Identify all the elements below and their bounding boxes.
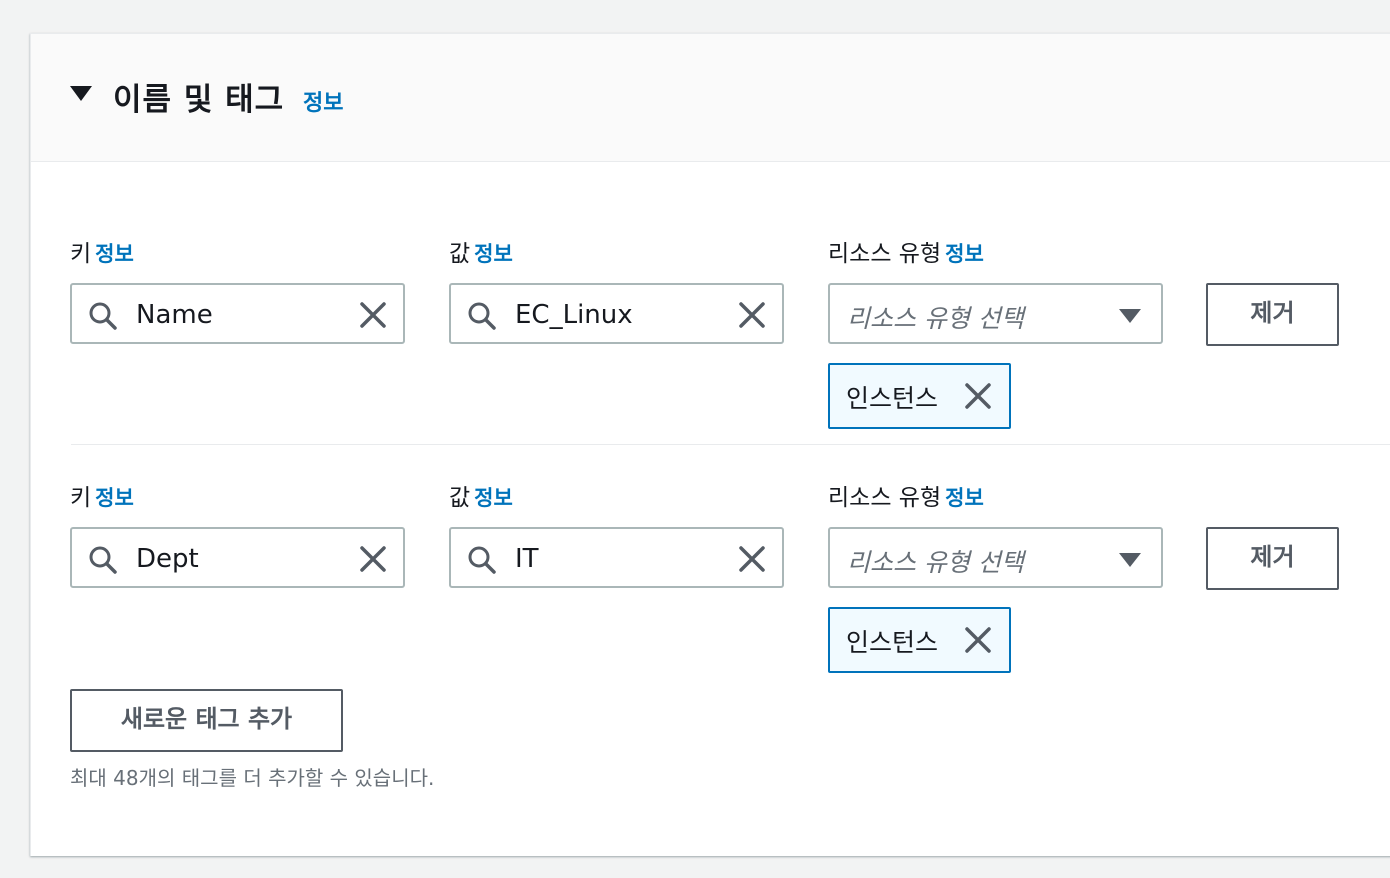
- resource-type-label: 리소스 유형 정보: [828, 234, 984, 268]
- key-label-text: 키: [70, 241, 92, 267]
- resource-type-label: 리소스 유형 정보: [828, 478, 984, 512]
- token-label: 인스턴스: [846, 628, 939, 657]
- value-label-text: 값: [449, 485, 471, 511]
- caret-down-icon: [1119, 309, 1141, 323]
- close-icon[interactable]: [738, 301, 766, 329]
- resource-type-label-text: 리소스 유형: [828, 241, 942, 267]
- key-label: 키 정보: [70, 234, 134, 268]
- resource-type-token: 인스턴스: [828, 607, 1011, 673]
- key-input-value: Name: [136, 300, 213, 330]
- value-input-value: IT: [515, 544, 539, 574]
- resource-type-label-text: 리소스 유형: [828, 485, 942, 511]
- token-label: 인스턴스: [846, 384, 939, 413]
- resource-type-select[interactable]: 리소스 유형 선택: [828, 283, 1163, 344]
- remove-button[interactable]: 제거: [1206, 527, 1339, 590]
- title-info-link[interactable]: 정보: [303, 85, 343, 117]
- add-new-tag-button[interactable]: 새로운 태그 추가: [70, 689, 343, 752]
- search-icon: [468, 546, 496, 574]
- value-label-text: 값: [449, 241, 471, 267]
- key-info-link[interactable]: 정보: [95, 242, 134, 266]
- search-icon: [89, 546, 117, 574]
- value-label: 값 정보: [449, 478, 513, 512]
- remove-button[interactable]: 제거: [1206, 283, 1339, 346]
- resource-type-placeholder: 리소스 유형 선택: [847, 304, 1024, 333]
- key-label-text: 키: [70, 485, 92, 511]
- value-label: 값 정보: [449, 234, 513, 268]
- caret-down-icon: [1119, 553, 1141, 567]
- key-label: 키 정보: [70, 478, 134, 512]
- resource-type-info-link[interactable]: 정보: [945, 242, 984, 266]
- value-info-link[interactable]: 정보: [474, 242, 513, 266]
- resource-type-info-link[interactable]: 정보: [945, 486, 984, 510]
- resource-type-token: 인스턴스: [828, 363, 1011, 429]
- name-and-tags-panel: 이름 및 태그 정보 키 정보 Name 값 정보 EC_Linux 리소스 유…: [30, 33, 1390, 856]
- value-input-value: EC_Linux: [515, 300, 633, 330]
- key-input[interactable]: Name: [70, 283, 405, 344]
- resource-type-select[interactable]: 리소스 유형 선택: [828, 527, 1163, 588]
- close-icon[interactable]: [359, 301, 387, 329]
- value-input[interactable]: EC_Linux: [449, 283, 784, 344]
- row-divider: [71, 444, 1390, 445]
- close-icon[interactable]: [359, 545, 387, 573]
- close-icon[interactable]: [738, 545, 766, 573]
- expand-caret-icon[interactable]: [70, 86, 92, 101]
- value-info-link[interactable]: 정보: [474, 486, 513, 510]
- close-icon[interactable]: [964, 626, 992, 654]
- tag-limit-hint: 최대 48개의 태그를 더 추가할 수 있습니다.: [70, 766, 435, 790]
- key-info-link[interactable]: 정보: [95, 486, 134, 510]
- resource-type-placeholder: 리소스 유형 선택: [847, 548, 1024, 577]
- close-icon[interactable]: [964, 382, 992, 410]
- key-input[interactable]: Dept: [70, 527, 405, 588]
- key-input-value: Dept: [136, 544, 199, 574]
- search-icon: [468, 302, 496, 330]
- panel-header[interactable]: 이름 및 태그 정보: [31, 34, 1390, 162]
- panel-title: 이름 및 태그: [113, 82, 285, 118]
- search-icon: [89, 302, 117, 330]
- value-input[interactable]: IT: [449, 527, 784, 588]
